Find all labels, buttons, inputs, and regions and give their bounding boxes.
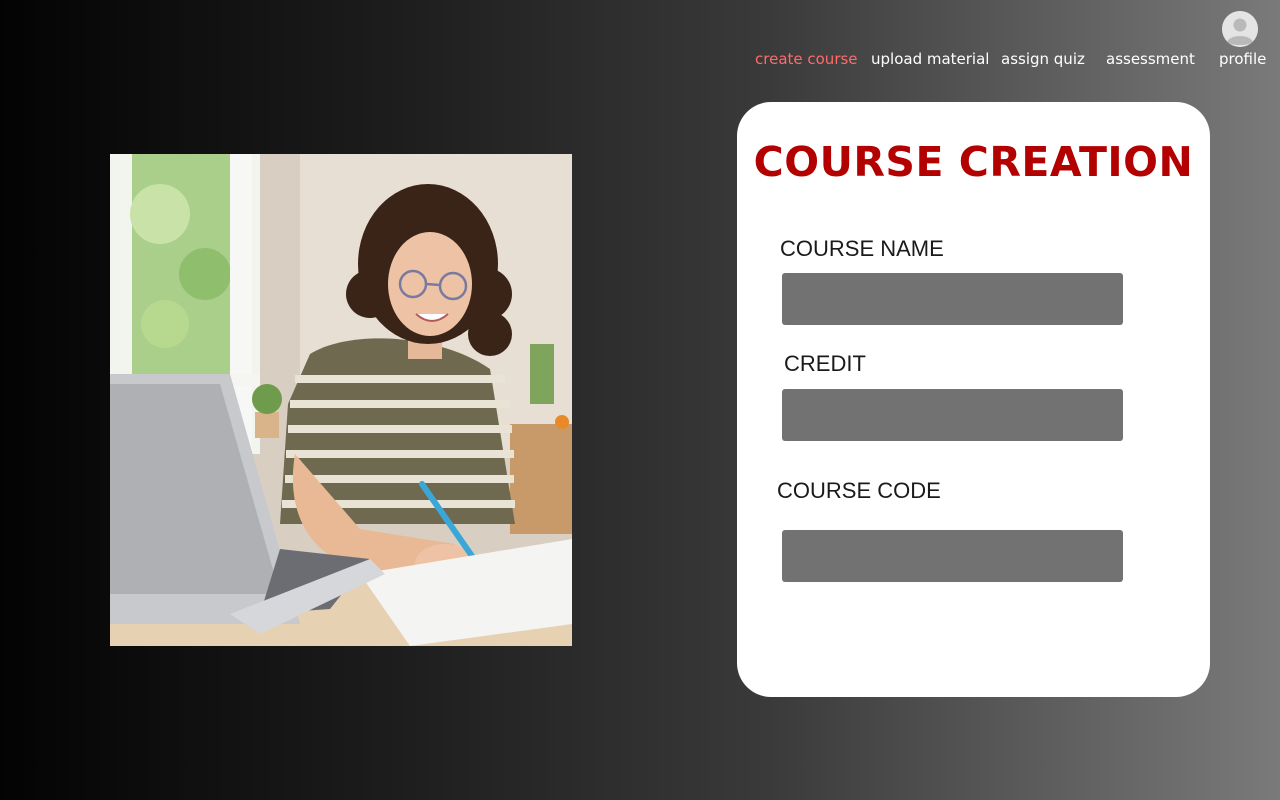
course-name-label: COURSE NAME	[780, 236, 944, 261]
credit-input[interactable]	[782, 389, 1123, 441]
nav-assessment[interactable]: assessment	[1106, 49, 1195, 69]
nav-assign-quiz[interactable]: assign quiz	[1001, 49, 1085, 69]
course-name-input[interactable]	[782, 273, 1123, 325]
course-code-label: COURSE CODE	[777, 478, 941, 503]
nav-profile[interactable]: profile	[1219, 49, 1266, 69]
user-avatar-icon[interactable]	[1222, 11, 1258, 47]
student-illustration	[110, 154, 572, 646]
top-navigation: create course upload material assign qui…	[0, 0, 1280, 80]
student-photo	[110, 154, 572, 646]
nav-upload-material[interactable]: upload material	[871, 49, 989, 69]
nav-create-course[interactable]: create course	[755, 49, 858, 69]
course-code-input[interactable]	[782, 530, 1123, 582]
page-title: COURSE CREATION	[753, 138, 1194, 186]
credit-label: CREDIT	[784, 351, 866, 376]
avatar-silhouette	[1222, 11, 1258, 47]
